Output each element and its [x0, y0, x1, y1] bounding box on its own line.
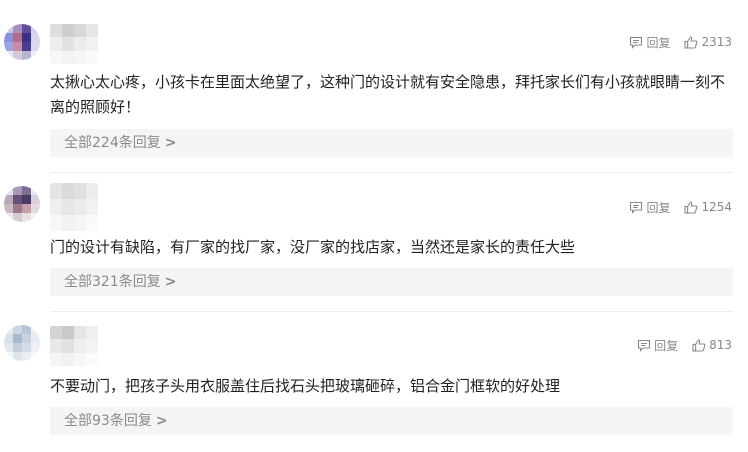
like-button[interactable]: 813: [692, 338, 732, 352]
view-replies-link[interactable]: 全部224条回复 >: [50, 129, 733, 157]
reply-label: 回复: [654, 338, 679, 353]
username-blurred[interactable]: [50, 183, 98, 231]
like-button[interactable]: 1254: [684, 200, 732, 214]
replies-prefix: 全部: [64, 274, 92, 290]
comment-divider: [50, 311, 733, 312]
reply-label: 回复: [646, 35, 671, 50]
comment-text: 不要动门，把孩子头用衣服盖住后找石头把玻璃砸碎，铝合金门框软的好处理: [50, 377, 561, 395]
replies-prefix: 全部: [64, 135, 92, 151]
replies-count: 321: [92, 274, 119, 290]
chevron-right-icon: >: [155, 413, 168, 429]
reply-button[interactable]: 回复: [637, 337, 678, 354]
comment-actions: 回复 2313: [629, 32, 732, 52]
reply-button[interactable]: 回复: [629, 199, 670, 216]
replies-suffix: 条回复: [109, 413, 152, 429]
username-blurred[interactable]: [50, 326, 98, 366]
replies-count: 93: [92, 413, 110, 429]
replies-prefix: 全部: [64, 413, 92, 429]
comment-text: 太揪心太心疼，小孩卡在里面太绝望了，这种门的设计就有安全隐患，拜托家长们有小孩就…: [50, 73, 726, 116]
like-button[interactable]: 2313: [684, 35, 732, 49]
like-count: 813: [709, 338, 732, 352]
replies-suffix: 条回复: [118, 135, 161, 151]
view-replies-link[interactable]: 全部93条回复 >: [50, 407, 733, 435]
username-blurred[interactable]: [50, 24, 98, 64]
comment-actions: 回复 813: [637, 335, 732, 355]
replies-count: 224: [92, 135, 119, 151]
chevron-right-icon: >: [164, 135, 177, 151]
thumbs-up-icon: [684, 200, 698, 214]
comment-divider: [50, 172, 733, 173]
thumbs-up-icon: [684, 35, 698, 49]
avatar[interactable]: [4, 24, 40, 60]
thumbs-up-icon: [692, 338, 706, 352]
replies-suffix: 条回复: [118, 274, 161, 290]
reply-icon: [630, 36, 643, 49]
reply-button[interactable]: 回复: [629, 34, 670, 51]
avatar[interactable]: [4, 325, 40, 361]
reply-icon: [638, 339, 651, 352]
like-count: 2313: [701, 35, 732, 49]
comment-text: 门的设计有缺陷，有厂家的找厂家，没厂家的找店家，当然还是家长的责任大些: [50, 238, 576, 256]
like-count: 1254: [701, 200, 732, 214]
avatar[interactable]: [4, 186, 40, 222]
view-replies-link[interactable]: 全部321条回复 >: [50, 268, 733, 296]
chevron-right-icon: >: [164, 274, 177, 290]
comment-actions: 回复 1254: [629, 197, 732, 217]
reply-label: 回复: [646, 200, 671, 215]
reply-icon: [630, 201, 643, 214]
